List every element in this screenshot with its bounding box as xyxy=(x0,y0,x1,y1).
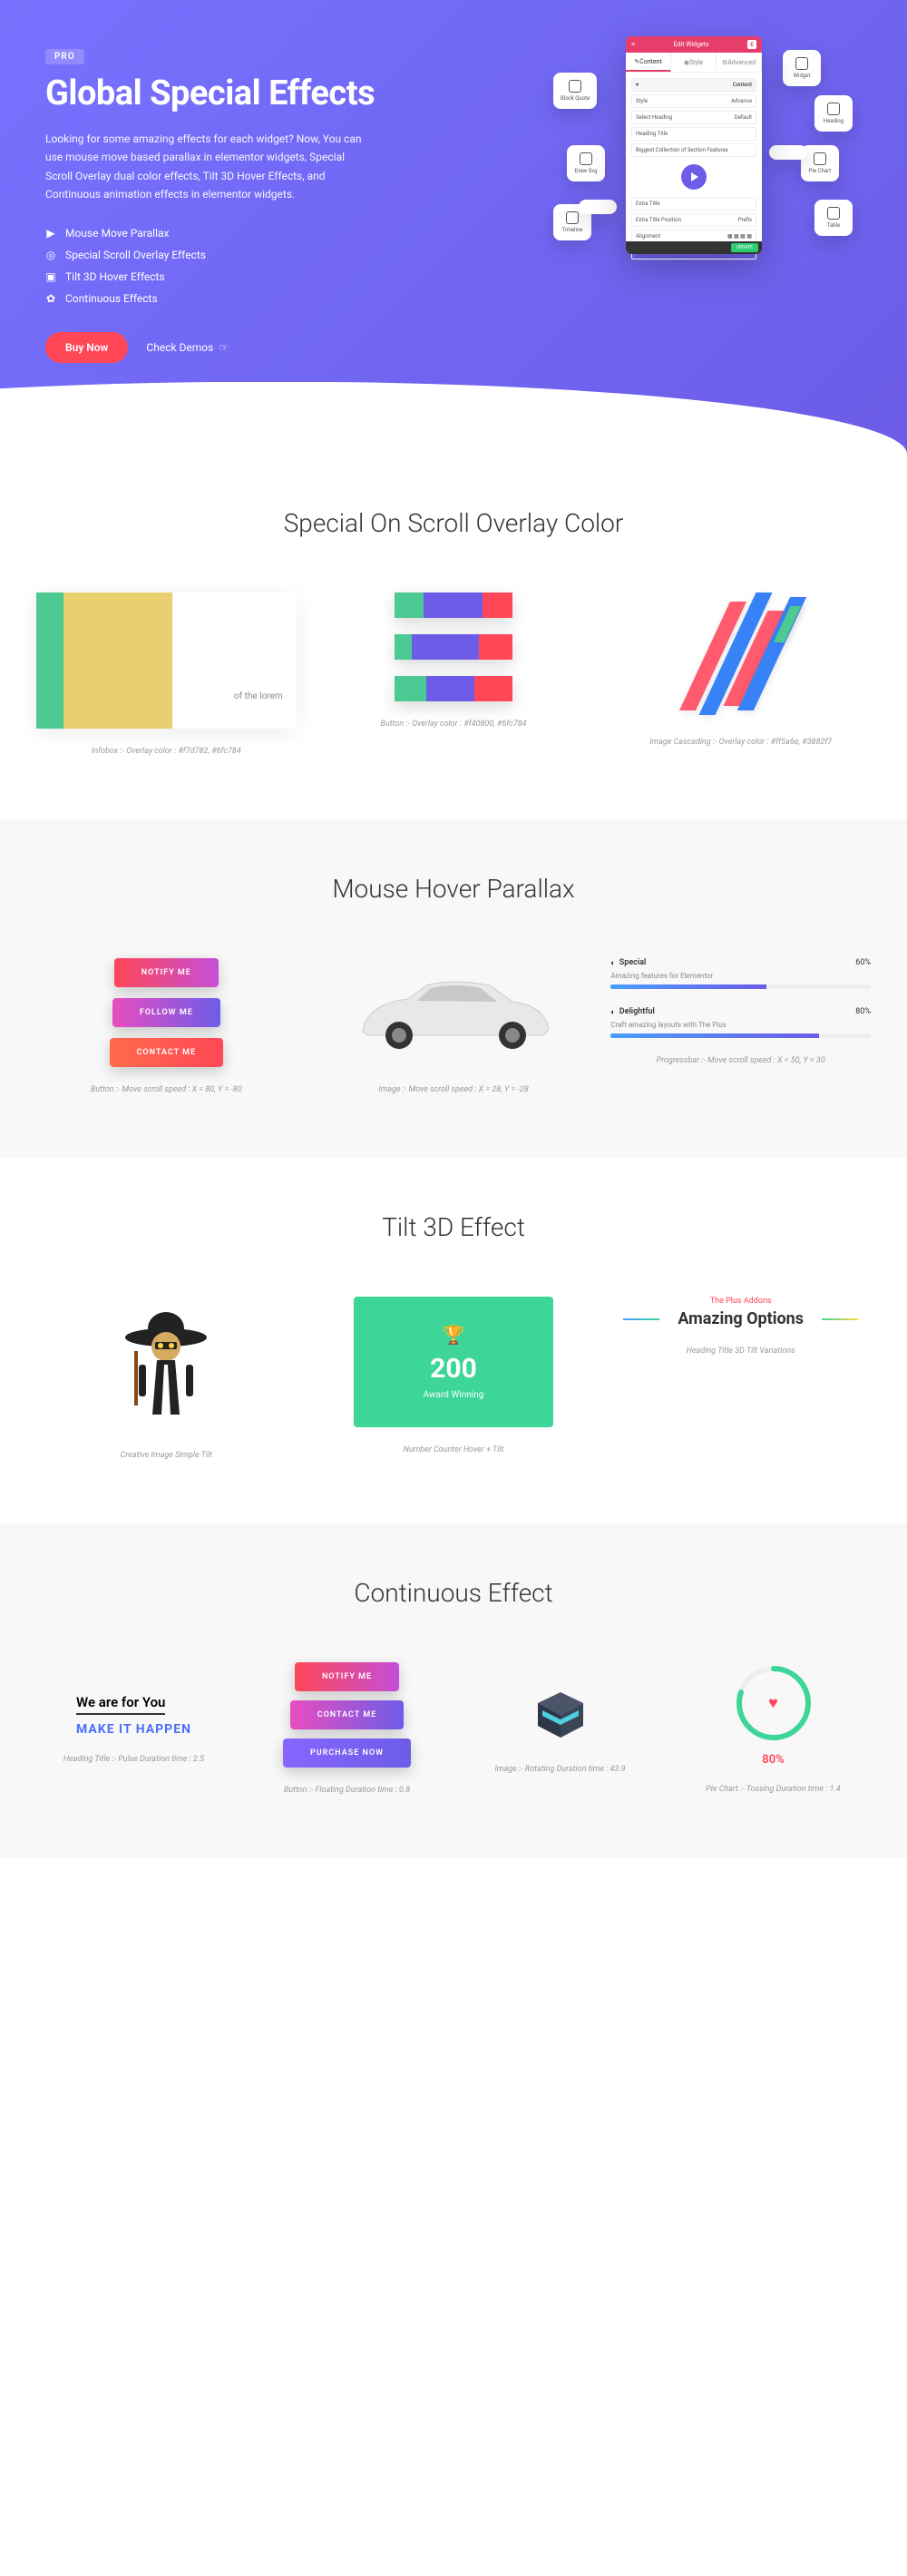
tab-style[interactable]: ◉ Style xyxy=(671,53,717,72)
heading-tilt-demo: The Plus Addons Amazing Options xyxy=(659,1297,822,1328)
panel-footer: UPDATE xyxy=(626,241,762,254)
caption: Heading Title :- Pulse Duration time : 2… xyxy=(63,1755,204,1764)
check-demos-link[interactable]: Check Demos☞ xyxy=(146,341,229,354)
caption: Pie Chart :- Tossing Duration time : 1.4 xyxy=(706,1785,840,1794)
follow-button[interactable]: FOLLOW ME xyxy=(112,998,220,1027)
panel-row: Extra Title PositionPrefix xyxy=(631,213,756,227)
clock-icon: ◐ xyxy=(610,1007,615,1017)
caption: Button :- Floating Duration time : 0.8 xyxy=(284,1786,410,1795)
car-image xyxy=(336,958,571,1067)
tab-advanced[interactable]: ⚙ Advanced xyxy=(717,53,762,72)
feature-item: ▣Tilt 3D Hover Effects xyxy=(45,266,390,288)
hero-panel-illustration: Block Quote Draw Svg Timeline Widget Hea… xyxy=(526,27,862,272)
cube-icon: ▣ xyxy=(45,271,56,282)
heading-icon xyxy=(827,103,840,115)
panel-row: Extra Title xyxy=(631,197,756,211)
feature-item: ◎Special Scroll Overlay Effects xyxy=(45,244,390,266)
heart-icon: ♥ xyxy=(768,1694,778,1713)
trophy-icon: 🏆 xyxy=(381,1324,526,1346)
contact-button[interactable]: CONTACT ME xyxy=(290,1700,405,1729)
section-title: Tilt 3D Effect xyxy=(36,1212,871,1242)
hero-title: Global Special Effects xyxy=(45,73,390,113)
float-card: Heading xyxy=(814,95,853,132)
creative-image xyxy=(112,1297,220,1433)
timeline-icon xyxy=(566,211,579,224)
float-card: Table xyxy=(814,200,853,236)
float-card: Widget xyxy=(783,50,821,86)
float-card: Block Quote xyxy=(553,73,597,109)
panel-header: ≡Edit WidgetsE xyxy=(626,36,762,53)
caption: Number Counter Hover + Tilt xyxy=(404,1445,504,1455)
button-overlay-demo xyxy=(395,593,512,701)
pie-chart-icon xyxy=(814,152,826,165)
contact-button[interactable]: CONTACT ME xyxy=(110,1038,224,1067)
notify-button[interactable]: NOTIFY ME xyxy=(295,1662,399,1691)
purchase-button[interactable]: PURCHASE NOW xyxy=(283,1739,411,1768)
section-title: Continuous Effect xyxy=(36,1578,871,1608)
table-icon xyxy=(827,207,840,220)
notify-button[interactable]: NOTIFY ME xyxy=(114,958,219,987)
caption: Button :- Move scroll speed : X = 80, Y … xyxy=(91,1085,242,1094)
continuous-effect-section: Continuous Effect We are for You MAKE IT… xyxy=(0,1523,907,1858)
cube-image xyxy=(529,1683,592,1747)
caption: Image :- Rotating Duration time : 43.9 xyxy=(494,1765,625,1774)
hand-icon: ☞ xyxy=(219,341,229,354)
panel-row: Biggest Collection of Section Features xyxy=(631,143,756,157)
float-card xyxy=(769,145,807,160)
overlay-color-section: Special On Scroll Overlay Color of the l… xyxy=(0,454,907,819)
panel-accordion[interactable]: ▾ Content xyxy=(631,78,756,92)
play-button[interactable] xyxy=(681,164,707,190)
tilt-3d-section: Tilt 3D Effect Creative Image Simple Til… xyxy=(0,1158,907,1523)
feature-item: ✿Continuous Effects xyxy=(45,288,390,309)
panel-tabs: ✎ Content ◉ Style ⚙ Advanced xyxy=(626,53,762,73)
infobox-demo: of the lorem xyxy=(36,593,297,729)
caption: Progressbar :- Move scroll speed : X = 5… xyxy=(657,1056,825,1065)
image-cascading-demo xyxy=(650,593,832,720)
hero-description: Looking for some amazing effects for eac… xyxy=(45,130,372,204)
float-card xyxy=(579,200,617,214)
hero-section: PRO Global Special Effects Looking for s… xyxy=(0,0,907,454)
draw-svg-icon xyxy=(580,152,592,165)
heading-demo: We are for You MAKE IT HAPPEN xyxy=(76,1693,191,1737)
gear-icon: ✿ xyxy=(45,293,56,304)
block-quote-icon xyxy=(569,80,581,93)
feature-list: ▶Mouse Move Parallax ◎Special Scroll Ove… xyxy=(45,222,390,309)
update-button[interactable]: UPDATE xyxy=(731,243,758,252)
pie-chart: ♥ xyxy=(733,1662,814,1744)
panel-row: Select HeadingDefault xyxy=(631,111,756,124)
wave-divider xyxy=(0,382,907,454)
cursor-icon: ▶ xyxy=(45,228,56,239)
section-title: Special On Scroll Overlay Color xyxy=(36,508,871,538)
widget-icon xyxy=(795,57,808,70)
pro-badge: PRO xyxy=(45,49,84,64)
caption: Image :- Move scroll speed : X = 28, Y =… xyxy=(378,1085,528,1094)
panel-row: StyleAdvance xyxy=(631,94,756,108)
caption: Creative Image Simple Tilt xyxy=(121,1451,212,1460)
caption: Image Cascading :- Overlay color : #ff5a… xyxy=(649,738,832,747)
panel-row: Heading Title xyxy=(631,127,756,141)
section-title: Mouse Hover Parallax xyxy=(36,874,871,904)
clock-icon: ◐ xyxy=(610,958,615,968)
feature-item: ▶Mouse Move Parallax xyxy=(45,222,390,244)
caption: Heading Title 3D Tilt Variations xyxy=(687,1347,795,1356)
caption: Infobox :- Overlay color : #f7d782, #6fc… xyxy=(92,747,241,756)
tab-content[interactable]: ✎ Content xyxy=(626,53,671,72)
target-icon: ◎ xyxy=(45,250,56,260)
progress-group: ◐Special60% Amazing features for Element… xyxy=(610,958,871,1038)
elementor-panel: ≡Edit WidgetsE ✎ Content ◉ Style ⚙ Advan… xyxy=(626,36,762,254)
counter-card: 🏆 200 Award Winning xyxy=(354,1297,553,1427)
float-card: Draw Svg xyxy=(567,145,605,181)
mouse-hover-parallax-section: Mouse Hover Parallax NOTIFY ME FOLLOW ME… xyxy=(0,819,907,1158)
caption: Button :- Overlay color : #f40800, #6fc7… xyxy=(380,720,526,729)
buy-now-button[interactable]: Buy Now xyxy=(45,332,128,363)
